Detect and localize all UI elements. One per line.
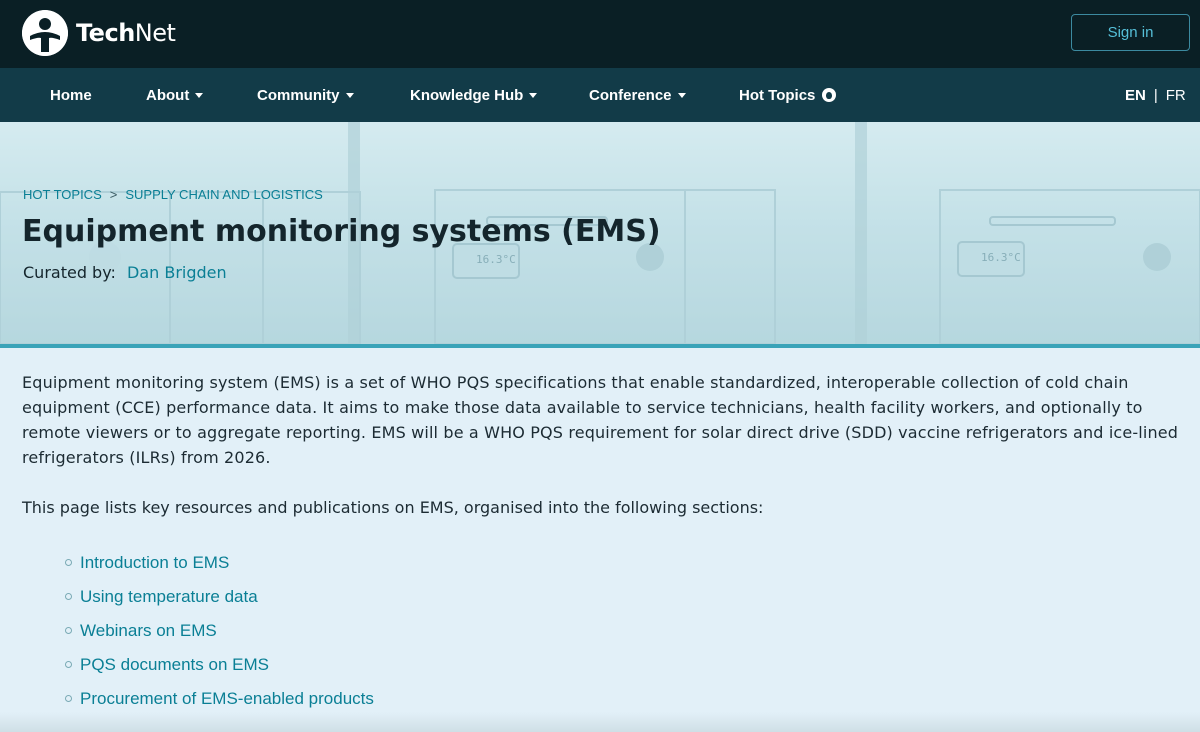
list-item: Webinars on EMS	[22, 613, 374, 647]
section-link-webinars[interactable]: Webinars on EMS	[80, 618, 217, 643]
nav-label: About	[146, 86, 190, 104]
nav-label: Knowledge Hub	[410, 86, 524, 104]
breadcrumb-supply-chain[interactable]: SUPPLY CHAIN AND LOGISTICS	[125, 187, 322, 202]
sections-lead: This page lists key resources and public…	[22, 498, 764, 517]
hero-accent-stripe	[0, 344, 1200, 348]
sign-in-button[interactable]: Sign in	[1071, 14, 1190, 51]
flame-icon	[822, 88, 837, 102]
section-link-introduction[interactable]: Introduction to EMS	[80, 550, 229, 575]
logo-wordmark: TechNet	[76, 19, 176, 47]
bullet-icon	[65, 592, 72, 600]
bullet-icon	[65, 626, 72, 634]
lang-fr-link[interactable]: FR	[1166, 87, 1186, 104]
nav-community[interactable]: Community	[257, 68, 354, 122]
lang-en-link[interactable]: EN	[1125, 87, 1146, 104]
caret-down-icon	[677, 92, 686, 98]
nav-knowledge-hub[interactable]: Knowledge Hub	[410, 68, 538, 122]
bullet-icon	[65, 558, 72, 566]
bullet-icon	[65, 694, 72, 702]
nav-label: Conference	[589, 86, 672, 104]
breadcrumb: HOT TOPICS > SUPPLY CHAIN AND LOGISTICS	[23, 187, 323, 202]
bottom-fade	[0, 712, 1200, 732]
caret-down-icon	[529, 92, 538, 98]
fridge-display-right: 16.3°C	[981, 251, 1021, 264]
page-title: Equipment monitoring systems (EMS)	[22, 214, 661, 249]
section-link-temperature-data[interactable]: Using temperature data	[80, 584, 258, 609]
breadcrumb-separator: >	[109, 187, 118, 202]
top-bar: TechNet Sign in	[0, 0, 1200, 68]
nav-label: Hot Topics	[739, 86, 816, 104]
main-nav: Home About Community Knowledge Hub Confe…	[0, 68, 1200, 122]
list-item: PQS documents on EMS	[22, 647, 374, 681]
main-content: Equipment monitoring system (EMS) is a s…	[22, 370, 1182, 708]
curator-link[interactable]: Dan Brigden	[127, 263, 227, 282]
nav-label: Community	[257, 86, 340, 104]
logo-text-bold: Tech	[76, 19, 135, 47]
section-link-procurement[interactable]: Procurement of EMS-enabled products	[80, 686, 374, 711]
section-list: Introduction to EMS Using temperature da…	[22, 545, 374, 715]
list-item: Introduction to EMS	[22, 545, 374, 579]
nav-conference[interactable]: Conference	[589, 68, 686, 122]
intro-paragraph: Equipment monitoring system (EMS) is a s…	[22, 373, 1179, 467]
curated-by: Curated by: Dan Brigden	[23, 263, 227, 282]
bullet-icon	[65, 660, 72, 668]
nav-hot-topics[interactable]: Hot Topics	[739, 68, 837, 122]
caret-down-icon	[195, 92, 204, 98]
lang-separator: |	[1153, 86, 1158, 104]
nav-home[interactable]: Home	[50, 68, 92, 122]
breadcrumb-hot-topics[interactable]: HOT TOPICS	[23, 187, 102, 202]
fridge-display-left: 16.3°C	[476, 253, 516, 266]
nav-about[interactable]: About	[146, 68, 204, 122]
list-item: Using temperature data	[22, 579, 374, 613]
logo-text-regular: Net	[134, 19, 176, 47]
section-link-pqs-documents[interactable]: PQS documents on EMS	[80, 652, 269, 677]
language-switcher: EN | FR	[1125, 68, 1186, 122]
nav-label: Home	[50, 86, 92, 104]
logo-icon	[22, 10, 68, 56]
caret-down-icon	[345, 92, 354, 98]
curated-label: Curated by:	[23, 263, 116, 282]
list-item: Procurement of EMS-enabled products	[22, 681, 374, 715]
technet-logo[interactable]: TechNet	[22, 10, 176, 56]
